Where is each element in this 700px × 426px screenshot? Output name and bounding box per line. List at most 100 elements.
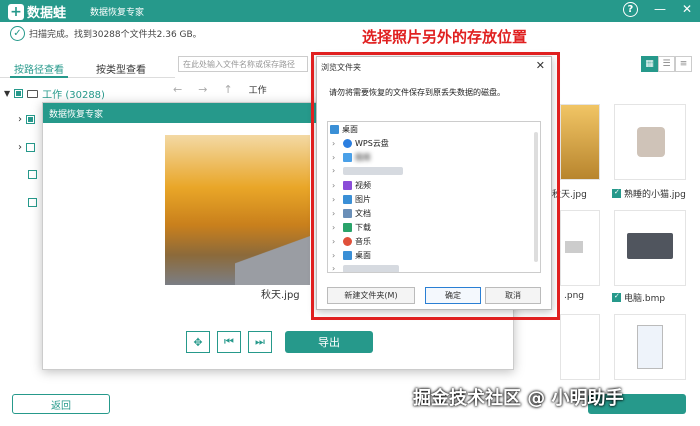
thumbnail-image[interactable]	[560, 314, 600, 380]
dialog-scrollbar[interactable]	[534, 132, 538, 262]
dialog-message: 请勿将需要恢复的文件保存到原丢失数据的磁盘。	[329, 88, 505, 97]
chevron-right-icon[interactable]: ›	[332, 166, 340, 175]
tree-item[interactable]: ›	[18, 142, 35, 153]
folder-item-label: 图片	[355, 195, 371, 204]
thumbnail-item[interactable]: 熟睡的小猫.jpg	[612, 187, 686, 200]
preview-filename: 秋天.jpg	[261, 290, 300, 301]
desktop-icon	[343, 251, 352, 260]
plus-logo-icon: +	[8, 3, 24, 20]
window-controls: ? — ✕	[622, 2, 692, 17]
search-input[interactable]: 在此处输入文件名称或保存路径	[178, 56, 308, 72]
up-arrow-icon[interactable]: ↑	[223, 83, 232, 96]
tree-item-checkbox[interactable]	[26, 143, 35, 152]
scan-status-text: 扫描完成。找到30288个文件共2.36 GB。	[29, 30, 202, 40]
folder-item[interactable]: ›	[332, 166, 403, 175]
desktop-icon	[330, 125, 339, 134]
chevron-down-icon[interactable]: ▼	[4, 89, 10, 98]
skip-back-icon: ⏮	[224, 335, 234, 348]
folder-item-label: 桌面	[342, 125, 358, 134]
close-button[interactable]: ✕	[682, 2, 692, 17]
folder-item[interactable]: › 音乐	[332, 236, 371, 247]
help-button[interactable]: ?	[622, 2, 638, 17]
folder-item[interactable]: › WPS云盘	[332, 138, 389, 149]
annotation-text: 选择照片另外的存放位置	[362, 28, 528, 46]
chevron-right-icon[interactable]: ›	[332, 195, 340, 204]
skip-forward-icon: ⏭	[255, 335, 265, 348]
thumbnail-image[interactable]	[614, 104, 686, 180]
back-button[interactable]: 返回	[12, 394, 110, 414]
dialog-title: 浏览文件夹	[321, 63, 361, 72]
chevron-right-icon[interactable]: ›	[18, 114, 22, 125]
chevron-right-icon[interactable]: ›	[332, 139, 340, 148]
fit-screen-button[interactable]: ✥	[186, 331, 210, 353]
thumbnail-checkbox[interactable]	[612, 292, 621, 302]
thumbnail-image[interactable]	[614, 210, 686, 286]
app-name: 数据蛙	[27, 6, 67, 21]
tree-item-checkbox[interactable]	[26, 115, 35, 124]
minimize-button[interactable]: —	[654, 2, 666, 17]
chevron-right-icon[interactable]: ›	[332, 181, 340, 190]
folder-item[interactable]: › 桌面	[332, 250, 371, 261]
folder-item[interactable]: › 图库	[332, 152, 371, 163]
cancel-button[interactable]: 取消	[485, 287, 541, 304]
tree-item[interactable]: ›	[18, 114, 35, 125]
grid-view-icon[interactable]: ▦	[641, 56, 658, 72]
browse-folder-dialog: 浏览文件夹 ✕ 请勿将需要恢复的文件保存到原丢失数据的磁盘。 桌面 › WPS云…	[316, 56, 552, 310]
app-logo: + 数据蛙	[8, 2, 66, 21]
chevron-right-icon[interactable]: ›	[332, 209, 340, 218]
thumbnail-label: 秋天.jpg	[552, 190, 587, 200]
folder-item[interactable]: ›	[332, 264, 399, 272]
nav-bar: ← → ↑ 工作	[165, 80, 325, 98]
thumbnail-image[interactable]	[560, 104, 600, 180]
folder-item-label: 音乐	[355, 237, 371, 246]
folder-tree[interactable]: 桌面 › WPS云盘 › 图库 › › 视频 › 图片 › 文档 › 下载 › …	[327, 121, 541, 273]
folder-item-label: WPS云盘	[355, 139, 389, 148]
chevron-right-icon[interactable]: ›	[332, 251, 340, 260]
tree-item-checkbox[interactable]	[28, 170, 37, 179]
tree-root-label: 工作 (30288)	[42, 90, 105, 101]
detail-view-icon[interactable]: ≡	[675, 56, 692, 72]
tree-root[interactable]: ▼ 工作 (30288)	[4, 86, 105, 101]
back-arrow-icon[interactable]: ←	[173, 83, 182, 96]
thumbnail-image[interactable]	[560, 210, 600, 286]
export-button[interactable]: 导出	[285, 331, 373, 353]
tree-item[interactable]	[28, 198, 37, 207]
tab-by-path[interactable]: 按路径查看	[14, 61, 64, 76]
new-folder-button[interactable]: 新建文件夹(M)	[327, 287, 415, 304]
active-tab-indicator	[10, 76, 68, 78]
check-circle-icon: ✓	[10, 26, 25, 41]
document-icon	[343, 209, 352, 218]
thumbnail-image[interactable]	[614, 314, 686, 380]
title-bar: + 数据蛙 数据恢复专家 ? — ✕	[0, 0, 700, 22]
forward-arrow-icon[interactable]: →	[198, 83, 207, 96]
view-tabs: 按路径查看 按类型查看	[0, 56, 175, 78]
chevron-right-icon[interactable]: ›	[332, 153, 340, 162]
chevron-right-icon[interactable]: ›	[332, 264, 340, 272]
screenshot-icon	[565, 241, 583, 253]
thumbnail-item[interactable]: 电脑.bmp	[612, 291, 665, 304]
folder-item[interactable]: 桌面	[330, 124, 358, 135]
next-image-button[interactable]: ⏭	[248, 331, 272, 353]
tree-item-checkbox[interactable]	[28, 198, 37, 207]
tab-by-type[interactable]: 按类型查看	[96, 61, 146, 76]
folder-item[interactable]: › 图片	[332, 194, 371, 205]
chevron-right-icon[interactable]: ›	[332, 237, 340, 246]
current-path: 工作	[248, 85, 267, 96]
folder-item[interactable]: › 视频	[332, 180, 371, 191]
folder-item[interactable]: › 文档	[332, 208, 371, 219]
folder-item[interactable]: › 下载	[332, 222, 371, 233]
cloud-icon	[343, 139, 352, 148]
laptop-photo-icon	[627, 233, 673, 259]
chevron-right-icon[interactable]: ›	[18, 142, 22, 153]
preview-image	[165, 135, 310, 285]
folder-item-label: 桌面	[355, 251, 371, 260]
ok-button[interactable]: 确定	[425, 287, 481, 304]
gallery-icon	[343, 153, 352, 162]
tree-root-checkbox[interactable]	[14, 89, 24, 98]
chevron-right-icon[interactable]: ›	[332, 223, 340, 232]
thumbnail-checkbox[interactable]	[612, 188, 621, 198]
previous-button[interactable]: ⏮	[217, 331, 241, 353]
tree-item[interactable]	[28, 170, 37, 179]
dialog-close-icon[interactable]: ✕	[536, 59, 545, 72]
list-view-icon[interactable]: ☰	[658, 56, 675, 72]
